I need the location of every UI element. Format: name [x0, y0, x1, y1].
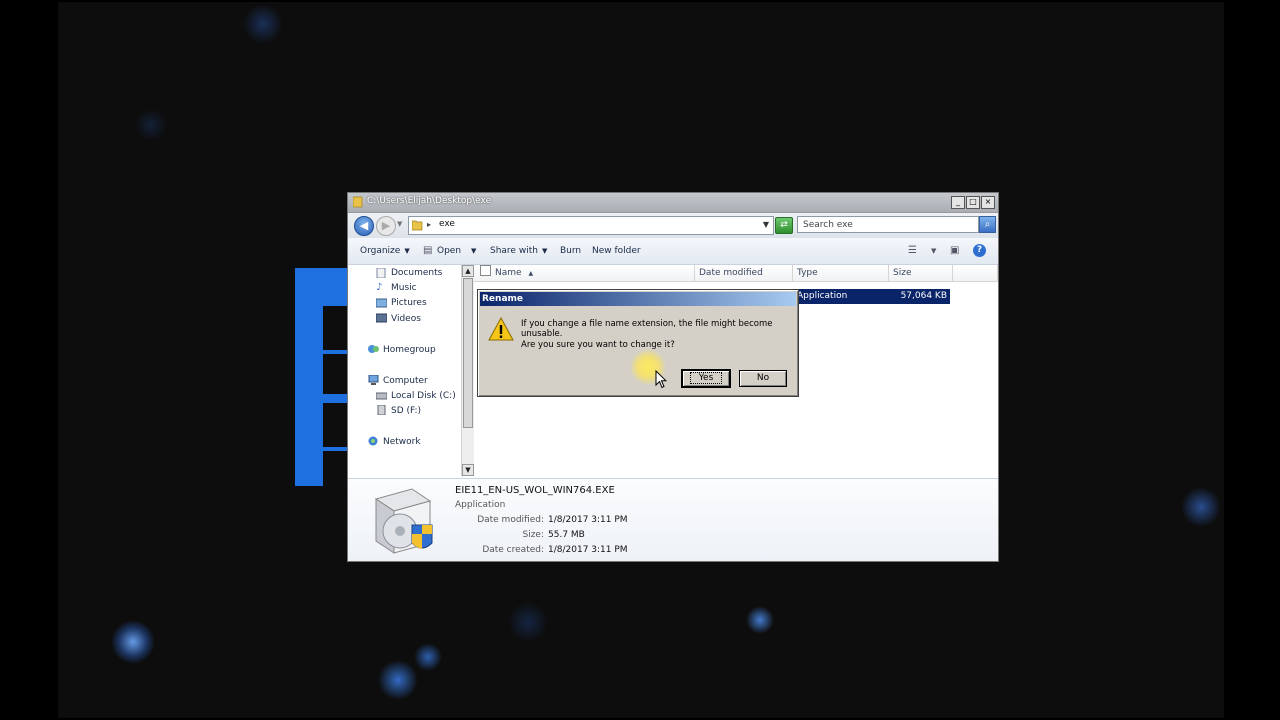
breadcrumb-current[interactable]: exe: [439, 219, 455, 229]
warning-icon: [488, 317, 514, 341]
pictures-icon: [376, 298, 387, 308]
nav-item-network[interactable]: Network: [383, 437, 421, 447]
refresh-icon[interactable]: ⇄: [775, 217, 793, 234]
nav-item-sd[interactable]: SD (F:): [391, 406, 421, 416]
column-header-date-modified[interactable]: Date modified: [695, 265, 793, 282]
nav-item-local-disk[interactable]: Local Disk (C:): [391, 391, 456, 401]
open-menu[interactable]: Open ▼: [437, 246, 476, 256]
column-header-name[interactable]: Name ▲: [474, 265, 695, 282]
date-created-value: 1/8/2017 3:11 PM: [548, 545, 628, 555]
file-type-cell: Application: [797, 291, 848, 301]
column-header-spacer: [953, 265, 998, 282]
nav-item-videos[interactable]: Videos: [391, 314, 421, 324]
nav-item-computer[interactable]: Computer: [383, 376, 428, 386]
nav-item-music[interactable]: Music: [391, 283, 417, 293]
search-icon[interactable]: ⌕: [979, 216, 996, 233]
organize-menu[interactable]: Organize ▼: [360, 246, 410, 256]
title-bar: C:\Users\Elijah\Desktop\exe _ □ ×: [348, 193, 998, 213]
scroll-down-arrow-icon[interactable]: ▼: [462, 464, 474, 476]
view-options-icon[interactable]: ☰: [908, 245, 917, 256]
back-arrow-icon[interactable]: ◀: [354, 216, 374, 236]
open-app-icon: ▤: [423, 245, 433, 256]
nav-pane-scrollbar[interactable]: ▲ ▼: [461, 265, 474, 476]
minimize-button[interactable]: _: [951, 196, 965, 209]
local-disk-icon: [376, 392, 387, 400]
scroll-up-arrow-icon[interactable]: ▲: [462, 265, 474, 277]
nav-item-pictures[interactable]: Pictures: [391, 298, 427, 308]
sort-indicator-icon: ▲: [528, 270, 534, 277]
music-icon: ♪: [376, 282, 383, 293]
network-icon: [368, 436, 378, 446]
forward-arrow-icon[interactable]: ▶: [376, 216, 396, 236]
homegroup-icon: [368, 345, 379, 353]
yes-button[interactable]: Yes: [681, 369, 731, 388]
date-modified-value: 1/8/2017 3:11 PM: [548, 515, 628, 525]
details-filename: EIE11_EN-US_WOL_WIN764.EXE: [455, 485, 615, 496]
videos-icon: [376, 313, 387, 323]
details-pane: EIE11_EN-US_WOL_WIN764.EXE Application D…: [348, 478, 998, 561]
breadcrumb-chevron-icon[interactable]: ▸: [427, 220, 431, 229]
file-size-cell: 57,064 KB: [900, 291, 947, 301]
share-with-menu[interactable]: Share with ▼: [490, 246, 547, 256]
address-dropdown-icon[interactable]: ▼: [763, 220, 769, 229]
size-value: 55.7 MB: [548, 530, 585, 540]
command-bar: Organize ▼ ▤ Open ▼ Share with ▼ Burn New f…: [348, 238, 998, 265]
dropdown-arrow-icon: ▼: [541, 247, 548, 255]
column-header-size[interactable]: Size: [889, 265, 953, 282]
nav-item-documents[interactable]: Documents: [391, 268, 442, 278]
no-button[interactable]: No: [739, 370, 787, 387]
navigation-pane: Documents ♪ Music Pictures Videos Homegr…: [348, 265, 463, 477]
close-button[interactable]: ×: [981, 196, 995, 209]
scrollbar-thumb[interactable]: [463, 278, 473, 428]
table-row[interactable]: Application 57,064 KB: [797, 289, 950, 304]
date-created-label: Date created:: [482, 545, 544, 555]
removable-disk-icon: [377, 405, 386, 415]
search-input[interactable]: Search exe: [797, 216, 979, 233]
nav-item-homegroup[interactable]: Homegroup: [383, 345, 436, 355]
details-filetype: Application: [455, 500, 506, 510]
select-all-checkbox[interactable]: [480, 265, 491, 276]
documents-icon: [376, 268, 386, 278]
column-header-type[interactable]: Type: [793, 265, 889, 282]
folder-icon: [353, 196, 363, 208]
folder-icon: [412, 220, 423, 231]
maximize-button[interactable]: □: [966, 196, 980, 209]
preview-pane-icon[interactable]: ▣: [950, 245, 959, 256]
help-icon[interactable]: ?: [973, 244, 986, 257]
address-bar: ◀ ▶ ▼ ▸ exe ▼ ⇄ Search exe ⌕: [348, 213, 998, 238]
installer-package-icon: [374, 488, 433, 554]
address-field[interactable]: ▸ exe ▼: [408, 216, 774, 235]
background-logo-shape: [295, 268, 355, 486]
view-dropdown-icon[interactable]: ▼: [931, 247, 936, 255]
date-modified-label: Date modified:: [477, 515, 544, 525]
computer-icon: [368, 375, 379, 385]
dropdown-arrow-icon: ▼: [471, 247, 477, 255]
recent-pages-dropdown-icon[interactable]: ▼: [397, 220, 402, 228]
new-folder-button[interactable]: New folder: [592, 246, 641, 256]
dialog-title: Rename: [480, 292, 796, 306]
size-label: Size:: [522, 530, 544, 540]
dialog-message: If you change a file name extension, the…: [521, 319, 773, 339]
window-title: C:\Users\Elijah\Desktop\exe: [367, 196, 492, 206]
dropdown-arrow-icon: ▼: [404, 247, 410, 255]
mouse-pointer-icon: [655, 370, 667, 389]
burn-button[interactable]: Burn: [560, 246, 581, 256]
